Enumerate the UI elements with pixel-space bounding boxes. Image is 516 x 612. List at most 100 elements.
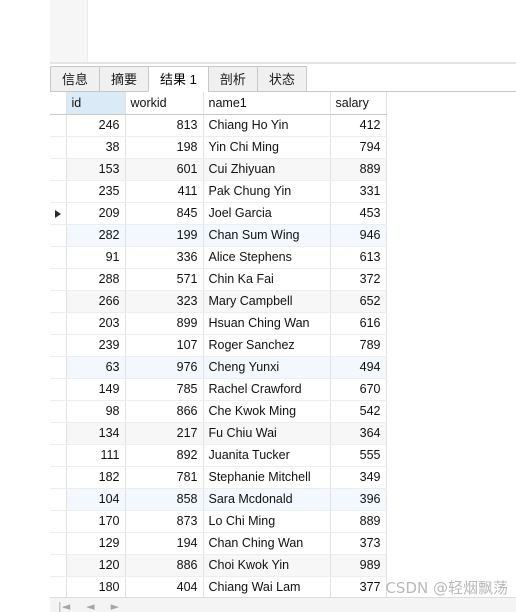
cell-id[interactable]: 246 xyxy=(66,114,126,137)
cell-workid[interactable]: 198 xyxy=(125,136,204,159)
cell-id[interactable]: 104 xyxy=(66,488,126,511)
cell-workid[interactable]: 785 xyxy=(125,378,204,401)
row-marker[interactable] xyxy=(50,180,67,203)
cell-salary[interactable]: 396 xyxy=(330,488,387,511)
table-row[interactable]: 209 845 Joel Garcia 453 xyxy=(50,202,387,225)
cell-name1[interactable]: Alice Stephens xyxy=(203,246,331,269)
cell-name1[interactable]: Mary Campbell xyxy=(203,290,331,313)
cell-name1[interactable]: Pak Chung Yin xyxy=(203,180,331,203)
table-row[interactable]: 149 785 Rachel Crawford 670 xyxy=(50,378,387,401)
cell-salary[interactable]: 889 xyxy=(330,158,387,181)
cell-name1[interactable]: Sara Mcdonald xyxy=(203,488,331,511)
row-marker[interactable] xyxy=(50,136,67,159)
cell-id[interactable]: 149 xyxy=(66,378,126,401)
column-header-id[interactable]: id xyxy=(66,92,126,115)
cell-salary[interactable]: 377 xyxy=(330,576,387,599)
row-marker[interactable] xyxy=(50,378,67,401)
cell-name1[interactable]: Che Kwok Ming xyxy=(203,400,331,423)
tab-1[interactable]: 信息 xyxy=(50,66,100,92)
cell-workid[interactable]: 601 xyxy=(125,158,204,181)
row-marker[interactable] xyxy=(50,158,67,181)
column-header-name1[interactable]: name1 xyxy=(203,92,331,115)
cell-workid[interactable]: 813 xyxy=(125,114,204,137)
cell-workid[interactable]: 199 xyxy=(125,224,204,247)
row-marker[interactable] xyxy=(50,510,67,533)
cell-id[interactable]: 266 xyxy=(66,290,126,313)
row-marker[interactable] xyxy=(50,202,67,225)
table-row[interactable]: 38 198 Yin Chi Ming 794 xyxy=(50,136,387,159)
cell-workid[interactable]: 899 xyxy=(125,312,204,335)
cell-id[interactable]: 111 xyxy=(66,444,126,467)
cell-name1[interactable]: Rachel Crawford xyxy=(203,378,331,401)
cell-name1[interactable]: Juanita Tucker xyxy=(203,444,331,467)
cell-id[interactable]: 182 xyxy=(66,466,126,489)
cell-name1[interactable]: Lo Chi Ming xyxy=(203,510,331,533)
cell-salary[interactable]: 331 xyxy=(330,180,387,203)
cell-salary[interactable]: 453 xyxy=(330,202,387,225)
table-row[interactable]: 104 858 Sara Mcdonald 396 xyxy=(50,488,387,511)
tab-2[interactable]: 摘要 xyxy=(99,66,149,92)
cell-name1[interactable]: Chiang Wai Lam xyxy=(203,576,331,599)
cell-name1[interactable]: Chan Ching Wan xyxy=(203,532,331,555)
table-row[interactable]: 246 813 Chiang Ho Yin 412 xyxy=(50,114,387,137)
cell-salary[interactable]: 542 xyxy=(330,400,387,423)
cell-salary[interactable]: 889 xyxy=(330,510,387,533)
cell-workid[interactable]: 336 xyxy=(125,246,204,269)
previous-record-icon[interactable]: ◄ xyxy=(86,601,94,612)
column-header-workid[interactable]: workid xyxy=(125,92,204,115)
next-record-icon[interactable]: ► xyxy=(111,601,119,612)
cell-id[interactable]: 153 xyxy=(66,158,126,181)
cell-workid[interactable]: 194 xyxy=(125,532,204,555)
cell-id[interactable]: 98 xyxy=(66,400,126,423)
row-marker[interactable] xyxy=(50,400,67,423)
table-row[interactable]: 239 107 Roger Sanchez 789 xyxy=(50,334,387,357)
row-marker[interactable] xyxy=(50,532,67,555)
cell-name1[interactable]: Cheng Yunxi xyxy=(203,356,331,379)
cell-workid[interactable]: 217 xyxy=(125,422,204,445)
tab-5[interactable]: 状态 xyxy=(256,66,307,92)
cell-id[interactable]: 120 xyxy=(66,554,126,577)
cell-salary[interactable]: 412 xyxy=(330,114,387,137)
cell-workid[interactable]: 873 xyxy=(125,510,204,533)
cell-salary[interactable]: 364 xyxy=(330,422,387,445)
row-marker[interactable] xyxy=(50,114,67,137)
tab-4[interactable]: 剖析 xyxy=(207,66,257,92)
cell-name1[interactable]: Chin Ka Fai xyxy=(203,268,331,291)
table-row[interactable]: 91 336 Alice Stephens 613 xyxy=(50,246,387,269)
sql-editor-text-area[interactable] xyxy=(88,0,516,62)
cell-salary[interactable]: 670 xyxy=(330,378,387,401)
cell-workid[interactable]: 107 xyxy=(125,334,204,357)
cell-id[interactable]: 180 xyxy=(66,576,126,599)
cell-name1[interactable]: Joel Garcia xyxy=(203,202,331,225)
table-row[interactable]: 282 199 Chan Sum Wing 946 xyxy=(50,224,387,247)
table-row[interactable]: 129 194 Chan Ching Wan 373 xyxy=(50,532,387,555)
table-row[interactable]: 63 976 Cheng Yunxi 494 xyxy=(50,356,387,379)
cell-salary[interactable]: 652 xyxy=(330,290,387,313)
cell-name1[interactable]: Fu Chiu Wai xyxy=(203,422,331,445)
cell-id[interactable]: 288 xyxy=(66,268,126,291)
table-row[interactable]: 180 404 Chiang Wai Lam 377 xyxy=(50,576,387,599)
cell-salary[interactable]: 613 xyxy=(330,246,387,269)
cell-workid[interactable]: 858 xyxy=(125,488,204,511)
row-marker[interactable] xyxy=(50,422,67,445)
cell-salary[interactable]: 494 xyxy=(330,356,387,379)
cell-id[interactable]: 282 xyxy=(66,224,126,247)
cell-id[interactable]: 209 xyxy=(66,202,126,225)
table-row[interactable]: 120 886 Choi Kwok Yin 989 xyxy=(50,554,387,577)
table-row[interactable]: 266 323 Mary Campbell 652 xyxy=(50,290,387,313)
cell-id[interactable]: 129 xyxy=(66,532,126,555)
cell-salary[interactable]: 372 xyxy=(330,268,387,291)
table-row[interactable]: 288 571 Chin Ka Fai 372 xyxy=(50,268,387,291)
cell-salary[interactable]: 373 xyxy=(330,532,387,555)
row-marker[interactable] xyxy=(50,224,67,247)
row-marker[interactable] xyxy=(50,466,67,489)
cell-workid[interactable]: 323 xyxy=(125,290,204,313)
cell-workid[interactable]: 886 xyxy=(125,554,204,577)
row-marker[interactable] xyxy=(50,268,67,291)
row-marker[interactable] xyxy=(50,290,67,313)
cell-name1[interactable]: Chiang Ho Yin xyxy=(203,114,331,137)
cell-salary[interactable]: 616 xyxy=(330,312,387,335)
cell-workid[interactable]: 866 xyxy=(125,400,204,423)
cell-salary[interactable]: 349 xyxy=(330,466,387,489)
cell-id[interactable]: 239 xyxy=(66,334,126,357)
